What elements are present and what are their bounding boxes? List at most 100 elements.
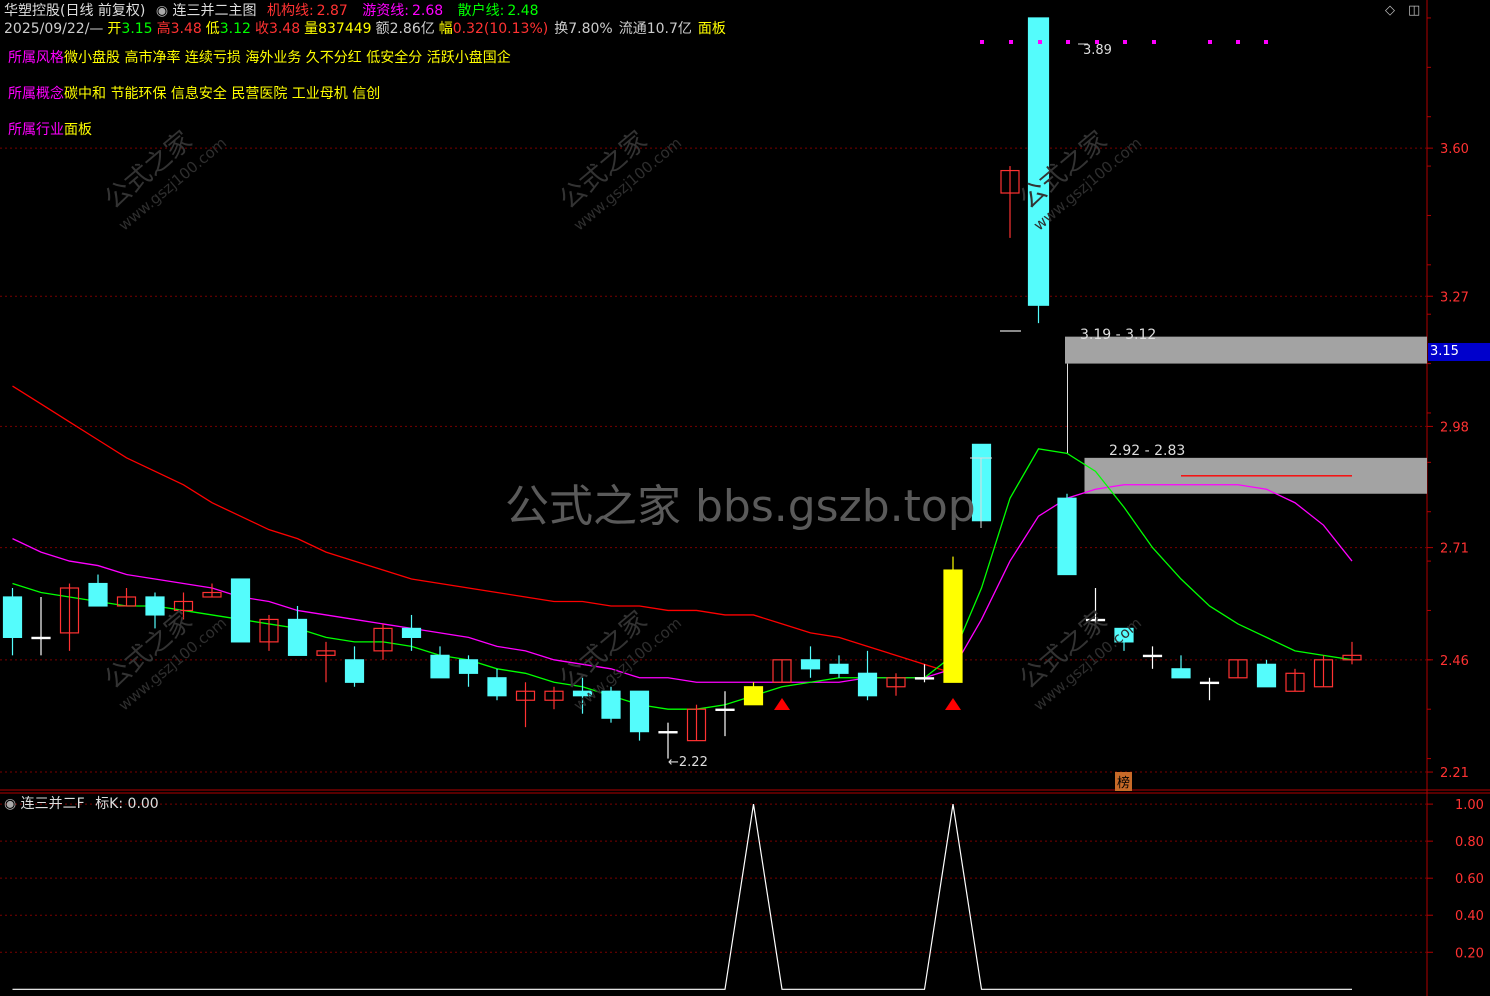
candle-body — [914, 677, 935, 680]
sub-panel-header: ◉ 连三并二F 标K: 0.00 — [4, 793, 159, 813]
top-dot — [1208, 40, 1212, 44]
turnover: 换7.80% — [554, 21, 613, 37]
candle-body — [88, 582, 108, 607]
inst-label: 机构线: — [266, 3, 314, 19]
change-label: 幅 — [438, 21, 453, 37]
float-cap: 流通10.7亿 — [618, 21, 692, 37]
bang-badge[interactable]: 榜 — [1115, 772, 1133, 791]
collapse-icon[interactable]: ◉ — [4, 796, 16, 812]
open-label: 开 — [107, 21, 122, 37]
sub-indicator-title[interactable]: 连三并二F — [21, 796, 85, 812]
volume-label: 量 — [304, 21, 319, 37]
concept-label: 所属概念 — [8, 86, 64, 102]
inst-value: 2.87 — [316, 3, 348, 19]
diamond-icon[interactable]: ◇ — [1385, 3, 1395, 18]
industry-label: 所属行业 — [8, 122, 64, 138]
sub-y-tick-label: 0.40 — [1455, 909, 1484, 924]
candle-body — [1256, 663, 1277, 688]
date: 2025/09/22/— — [4, 21, 104, 37]
candle-body — [1057, 497, 1077, 576]
top-dot — [1038, 40, 1042, 44]
y-tick-label: 2.21 — [1440, 766, 1469, 781]
high-value: 3.48 — [170, 21, 202, 37]
sub-y-tick-label: 0.80 — [1455, 835, 1484, 850]
top-dot — [1066, 40, 1070, 44]
style-row: 所属风格微小盘股 高市净率 连续亏损 海外业务 久不分红 低安全分 活跃小盘国企 — [8, 47, 511, 67]
zone1-label: 3.19 - 3.12 — [1080, 327, 1157, 343]
candle-body — [943, 569, 963, 683]
buy-arrow — [774, 698, 790, 710]
candle-body — [572, 690, 593, 697]
candle-body — [601, 690, 621, 719]
high-label: 高 — [156, 21, 171, 37]
candle-body — [487, 677, 507, 697]
concept-row: 所属概念碳中和 节能环保 信息安全 民营医院 工业母机 信创 — [8, 83, 380, 103]
candle-body — [145, 596, 165, 616]
candle-body — [1114, 627, 1134, 643]
header-row-1: 华塑控股(日线 前复权) ◉ 连三并二主图 机构线: 2.87 游资线: 2.68 … — [4, 2, 539, 20]
indicator-title[interactable]: 连三并二主图 — [173, 3, 257, 19]
candle-body — [1027, 17, 1050, 306]
candle-body — [230, 578, 251, 643]
header-row-2: 2025/09/22/— 开3.15 高3.48 低3.12 收3.48 量837449 额… — [4, 20, 726, 38]
amount-label: 额 — [375, 21, 390, 37]
sub-y-tick-label: 0.20 — [1455, 946, 1484, 961]
collapse-icon[interactable]: ◉ — [156, 3, 168, 19]
candle-body — [658, 731, 678, 734]
hot-value: 2.68 — [412, 3, 444, 19]
y-tick-label: 3.27 — [1440, 290, 1469, 305]
close-value: 3.48 — [268, 21, 301, 37]
candlesticks — [2, 17, 1362, 759]
y-tick-label: 2.98 — [1440, 420, 1469, 435]
grid: 3.60 3.27 2.98 2.71 2.46 2.21 — [0, 17, 1469, 781]
candle-body — [1142, 654, 1163, 658]
amount-value: 2.86亿 — [389, 21, 435, 37]
candle-body — [629, 690, 650, 733]
top-dot — [1123, 40, 1127, 44]
close-label: 收 — [254, 21, 269, 37]
candle-body — [1085, 618, 1106, 622]
candle-body — [800, 659, 821, 670]
candle-body — [287, 618, 308, 656]
candle-body — [31, 636, 51, 640]
open-value: 3.15 — [121, 21, 153, 37]
y-tick-label: 3.60 — [1440, 142, 1469, 157]
y-tick-label: 2.46 — [1440, 654, 1469, 669]
sub-y-tick-label: 1.00 — [1455, 798, 1484, 813]
window-icon[interactable]: ◫ — [1408, 3, 1420, 18]
candle-body — [458, 659, 479, 674]
style-values: 微小盘股 高市净率 连续亏损 海外业务 久不分红 低安全分 活跃小盘国企 — [64, 50, 511, 66]
top-dot — [1236, 40, 1240, 44]
board-link[interactable]: 面板 — [698, 21, 726, 37]
candle-body — [715, 708, 735, 712]
sub-indicator-plot: 1.00 0.80 0.60 0.40 0.20 — [0, 798, 1484, 990]
candle-body — [401, 627, 422, 638]
industry-row: 所属行业面板 — [8, 119, 92, 139]
zone2-label: 2.92 - 2.83 — [1109, 443, 1186, 459]
top-dot — [1152, 40, 1156, 44]
top-dot — [1009, 40, 1013, 44]
sub-line — [12, 804, 1352, 990]
center-watermark: 公式之家 bbs.gszb.top — [505, 481, 976, 532]
candle-body — [2, 596, 23, 638]
resistance-zones — [1065, 336, 1427, 494]
stock-title[interactable]: 华塑控股(日线 前复权) — [4, 3, 145, 19]
volume-value: 837449 — [318, 21, 372, 37]
top-dot — [1264, 40, 1268, 44]
hot-label: 游资线: — [362, 3, 410, 19]
change-value: 0.32(10.13%) — [452, 21, 549, 37]
style-label: 所属风格 — [8, 50, 64, 66]
retail-value: 2.48 — [507, 3, 539, 19]
low-value: 3.12 — [219, 21, 251, 37]
candle-body — [743, 686, 764, 706]
retail-label: 散户线: — [457, 3, 505, 19]
sub-y-tick-label: 0.60 — [1455, 872, 1484, 887]
candle-body — [857, 672, 878, 697]
current-price-tag: 3.15 — [1428, 343, 1490, 361]
buy-arrow — [945, 698, 961, 710]
y-tick-label: 2.71 — [1440, 542, 1469, 557]
candle-body — [430, 654, 450, 679]
candle-body — [1199, 681, 1220, 685]
candle-body — [1171, 668, 1191, 679]
low-price-label: ←2.22 — [668, 755, 708, 770]
